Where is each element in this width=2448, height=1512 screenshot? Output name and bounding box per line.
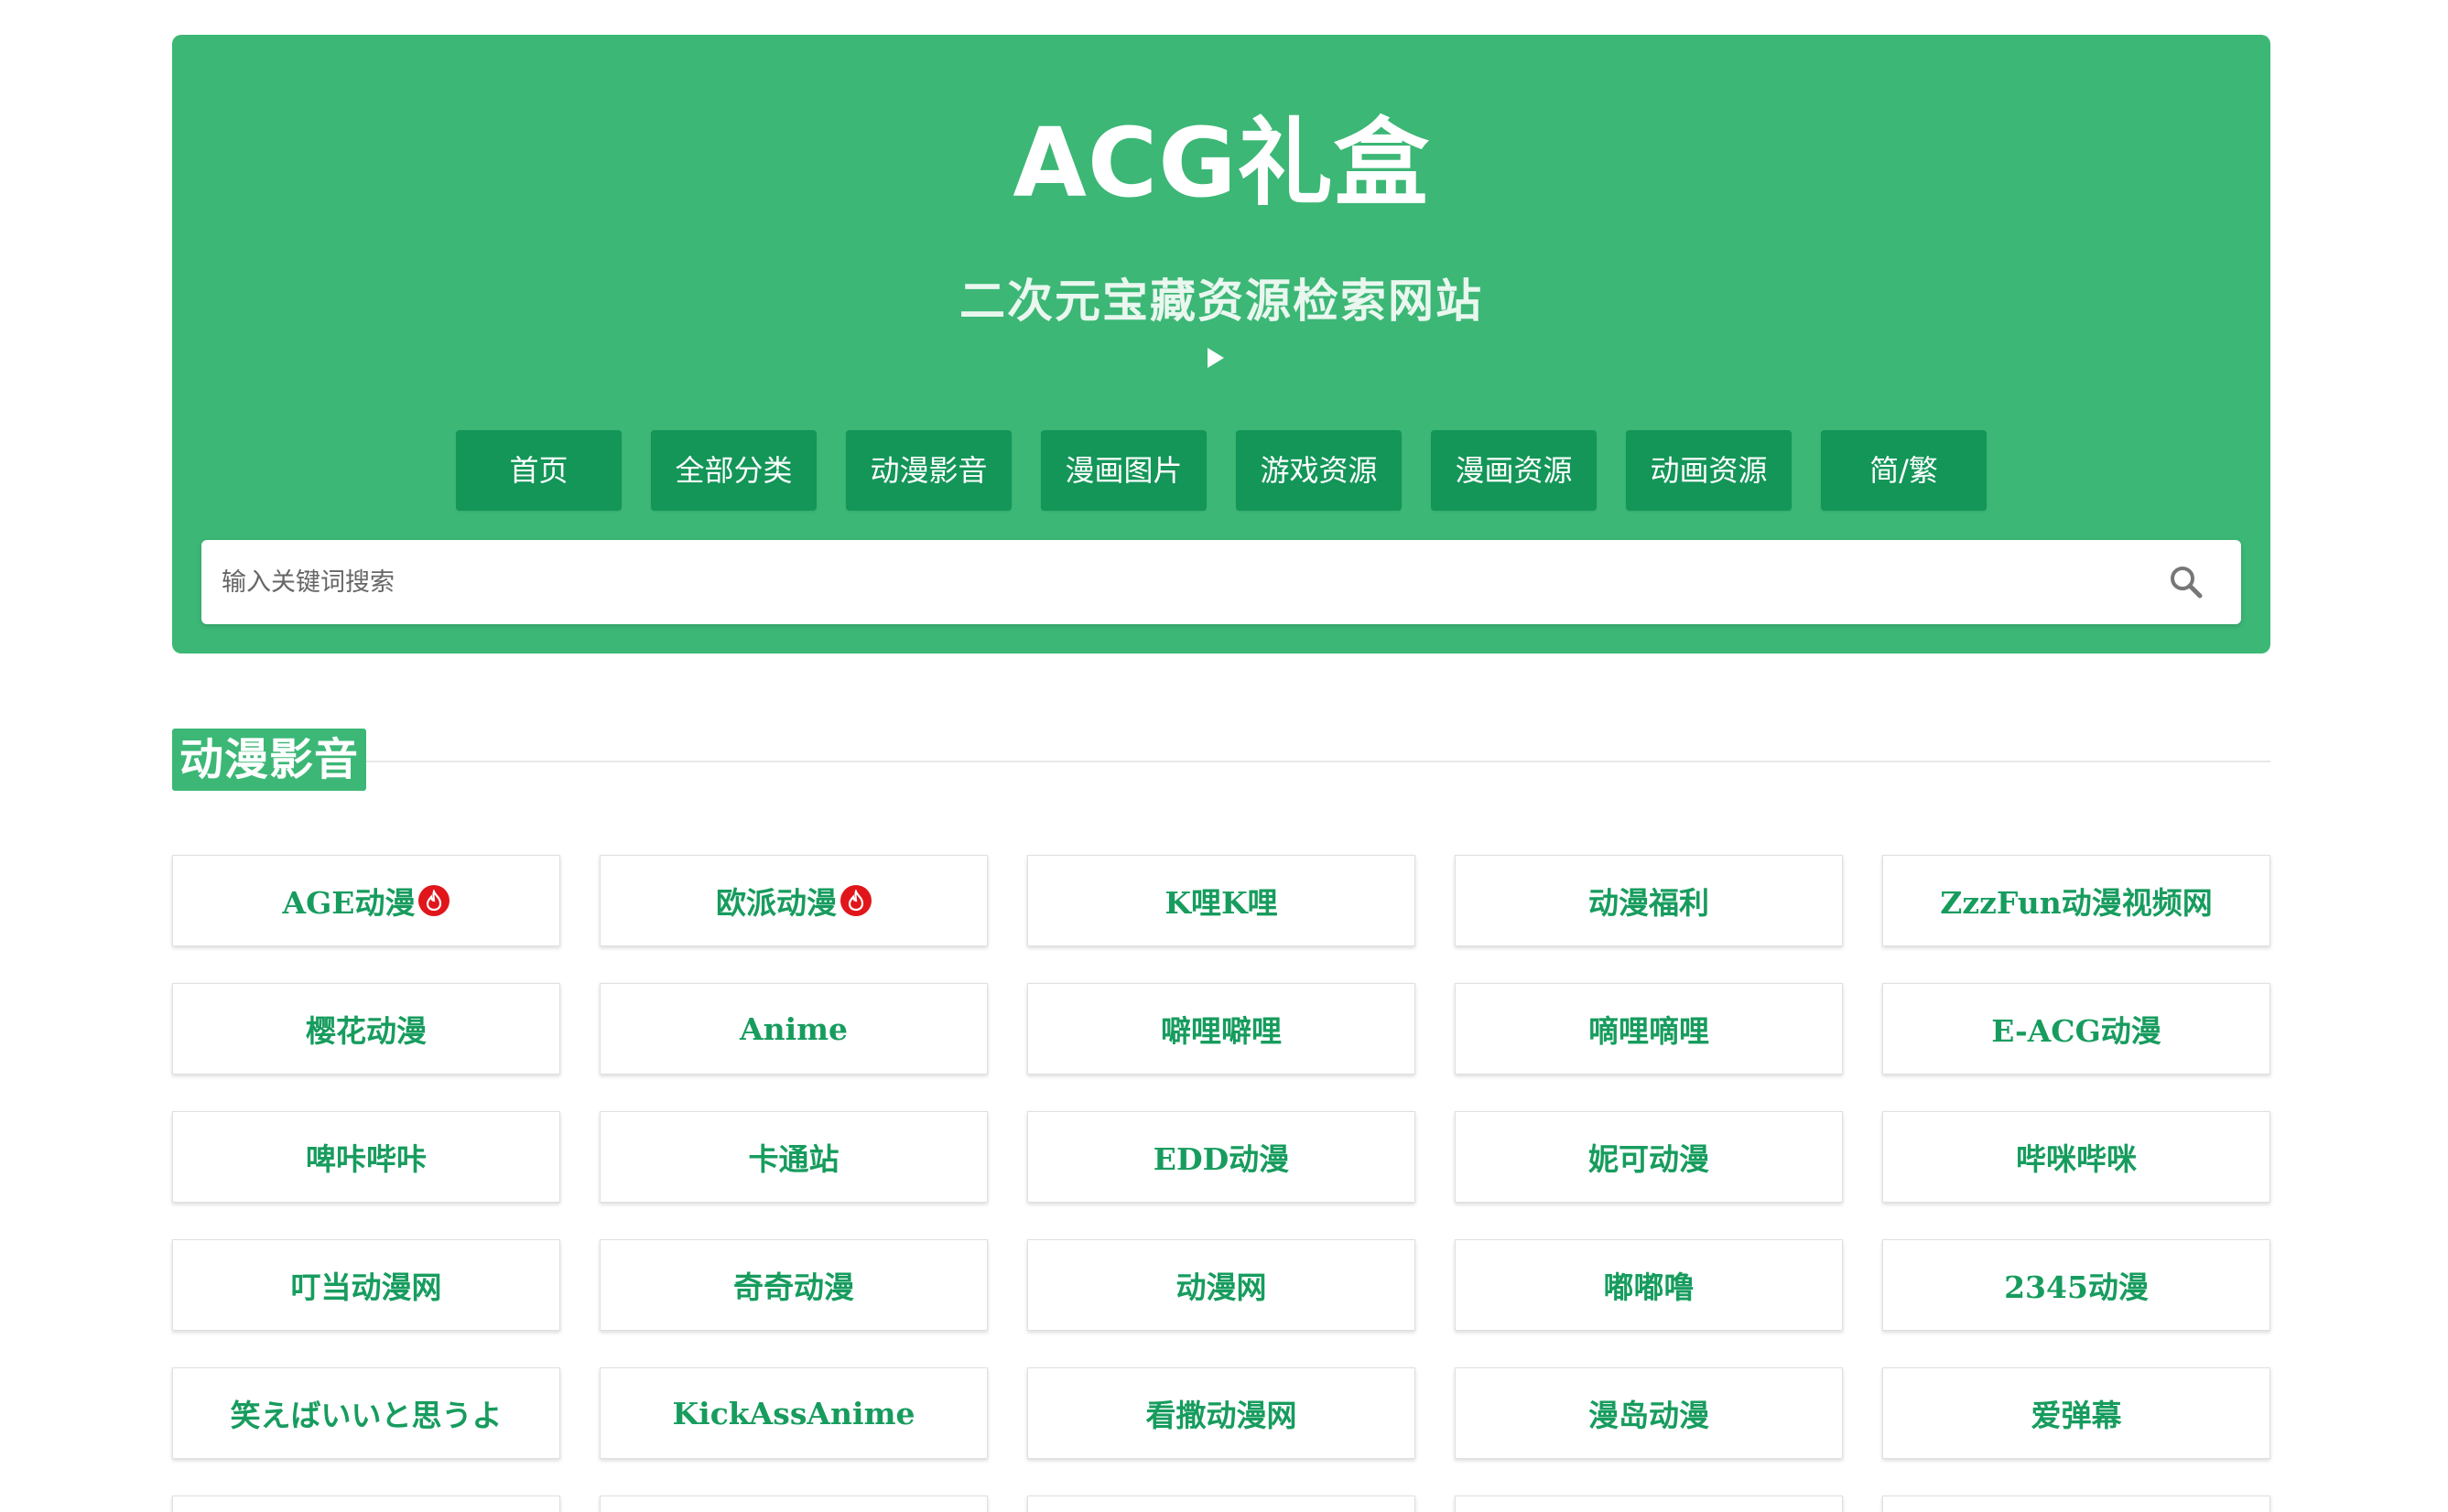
site-card[interactable]: K哩K哩 bbox=[1027, 855, 1415, 946]
nav-home[interactable]: 首页 bbox=[456, 430, 622, 511]
section-divider bbox=[366, 761, 2270, 762]
site-card[interactable]: 嘀哩嘀哩 bbox=[1455, 983, 1843, 1075]
site-card-age-anime[interactable]: AGE动漫 bbox=[172, 855, 560, 946]
nav-all-categories[interactable]: 全部分类 bbox=[651, 430, 817, 511]
site-link-grid: AGE动漫 欧派动漫 K哩K哩 动漫福利 ZzzFun动漫视频网 樱花动漫 An… bbox=[172, 855, 2270, 1512]
main-nav: 首页 全部分类 动漫影音 漫画图片 游戏资源 漫画资源 动画资源 简/繁 bbox=[172, 430, 2270, 511]
header-banner: ACG礼盒 二次元宝藏资源检索网站 首页 全部分类 动漫影音 漫画图片 游戏资源… bbox=[172, 35, 2270, 653]
search-icon[interactable] bbox=[2168, 564, 2204, 600]
site-card[interactable]: 卡通站 bbox=[600, 1111, 988, 1203]
site-card[interactable]: 噼哩噼哩 bbox=[1027, 983, 1415, 1075]
site-card[interactable] bbox=[1882, 1496, 2270, 1512]
site-card[interactable]: 哔咪哔咪 bbox=[1882, 1111, 2270, 1203]
site-subtitle: 二次元宝藏资源检索网站 bbox=[959, 275, 1483, 328]
play-icon[interactable] bbox=[1208, 348, 1224, 368]
nav-comic-images[interactable]: 漫画图片 bbox=[1041, 430, 1207, 511]
site-card[interactable]: 动漫网 bbox=[1027, 1239, 1415, 1331]
site-card[interactable]: 叮当动漫网 bbox=[172, 1239, 560, 1331]
site-card[interactable]: 笑えばいいと思うよ bbox=[172, 1367, 560, 1459]
search-input[interactable] bbox=[201, 540, 2161, 624]
hot-icon bbox=[840, 885, 872, 916]
site-card[interactable]: 妮可动漫 bbox=[1455, 1111, 1843, 1203]
nav-comic-resources[interactable]: 漫画资源 bbox=[1431, 430, 1597, 511]
site-card[interactable]: ZzzFun动漫视频网 bbox=[1882, 855, 2270, 946]
site-card[interactable]: 2345动漫 bbox=[1882, 1239, 2270, 1331]
site-card[interactable]: KickAssAnime bbox=[600, 1367, 988, 1459]
page: ACG礼盒 二次元宝藏资源检索网站 首页 全部分类 动漫影音 漫画图片 游戏资源… bbox=[0, 0, 2448, 1512]
site-title[interactable]: ACG礼盒 bbox=[172, 115, 2270, 211]
nav-game-resources[interactable]: 游戏资源 bbox=[1236, 430, 1402, 511]
search-box bbox=[201, 540, 2241, 624]
site-card[interactable] bbox=[600, 1496, 988, 1512]
site-card[interactable]: 樱花动漫 bbox=[172, 983, 560, 1075]
site-card[interactable]: EDD动漫 bbox=[1027, 1111, 1415, 1203]
card-label: 欧派动漫 bbox=[716, 885, 837, 921]
site-card[interactable] bbox=[1455, 1496, 1843, 1512]
nav-simplified-traditional-toggle[interactable]: 简/繁 bbox=[1821, 430, 1987, 511]
site-card[interactable]: 动漫福利 bbox=[1455, 855, 1843, 946]
site-card[interactable]: 漫岛动漫 bbox=[1455, 1367, 1843, 1459]
nav-animation-resources[interactable]: 动画资源 bbox=[1626, 430, 1792, 511]
site-card[interactable] bbox=[172, 1496, 560, 1512]
nav-anime-video[interactable]: 动漫影音 bbox=[846, 430, 1012, 511]
site-card[interactable]: 嘟嘟噜 bbox=[1455, 1239, 1843, 1331]
site-card[interactable]: E-ACG动漫 bbox=[1882, 983, 2270, 1075]
site-card[interactable]: Anime bbox=[600, 983, 988, 1075]
card-label: AGE动漫 bbox=[282, 885, 416, 921]
site-card[interactable]: 啤咔哔咔 bbox=[172, 1111, 560, 1203]
site-card-oupai-anime[interactable]: 欧派动漫 bbox=[600, 855, 988, 946]
site-card[interactable]: 奇奇动漫 bbox=[600, 1239, 988, 1331]
hot-icon bbox=[418, 885, 450, 916]
site-card[interactable]: 爱弹幕 bbox=[1882, 1367, 2270, 1459]
site-card[interactable] bbox=[1027, 1496, 1415, 1512]
section-title: 动漫影音 bbox=[172, 729, 367, 791]
site-card[interactable]: 看撒动漫网 bbox=[1027, 1367, 1415, 1459]
